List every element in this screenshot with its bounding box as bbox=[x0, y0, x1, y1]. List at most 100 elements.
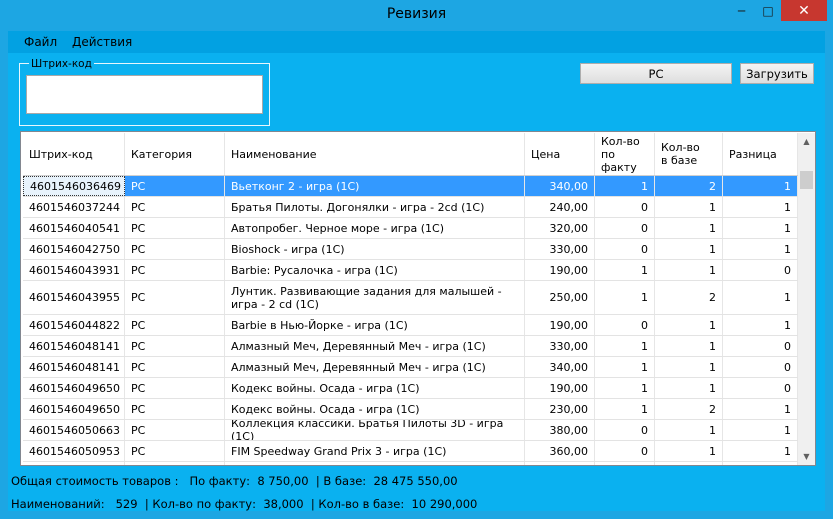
cell-category[interactable]: PC bbox=[125, 315, 225, 335]
cell-qty-fact[interactable]: 0 bbox=[595, 420, 655, 440]
cell-qty-base[interactable]: 2 bbox=[655, 399, 723, 419]
cell-price[interactable]: 190,00 bbox=[525, 315, 595, 335]
cell-qty-fact[interactable]: 1 bbox=[595, 260, 655, 280]
menu-file[interactable]: Файл bbox=[24, 35, 57, 49]
cell-qty-fact[interactable]: 0 bbox=[595, 239, 655, 259]
cell-category[interactable]: PC bbox=[125, 462, 225, 465]
cell-qty-base[interactable]: 1 bbox=[655, 336, 723, 356]
cell-qty-base[interactable]: 1 bbox=[655, 378, 723, 398]
cell-price[interactable]: 190,00 bbox=[525, 378, 595, 398]
cell-name[interactable]: FIM Speedway Grand Prix 3 - игра (1С) bbox=[225, 441, 525, 461]
table-row[interactable]: 4601546044822 PC Barbie в Нью-Йорке - игра… bbox=[23, 315, 798, 336]
column-header-difference[interactable]: Разница bbox=[723, 133, 798, 175]
cell-qty-base[interactable]: 1 bbox=[655, 239, 723, 259]
cell-qty-base[interactable]: 1 bbox=[655, 197, 723, 217]
title-bar[interactable]: Ревизия ─ □ ✕ bbox=[0, 0, 833, 30]
table-row[interactable]: 4601546043931 PC Barbie: Русалочка - игра … bbox=[23, 260, 798, 281]
cell-price[interactable]: 230,00 bbox=[525, 399, 595, 419]
table-row[interactable]: 4601546048141 PC Алмазный Меч, Деревянный … bbox=[23, 336, 798, 357]
cell-barcode[interactable]: 4601546048141 bbox=[23, 336, 125, 356]
cell-name[interactable]: Алмазный Меч, Деревянный Меч - игра (1С) bbox=[225, 336, 525, 356]
cell-category[interactable]: PC bbox=[125, 239, 225, 259]
cell-difference[interactable]: 0 bbox=[723, 336, 798, 356]
column-header-category[interactable]: Категория bbox=[125, 133, 225, 175]
cell-price[interactable]: 380,00 bbox=[525, 420, 595, 440]
table-row[interactable]: 4601546050972PCВьетконг: Гнездо шершней … bbox=[23, 462, 798, 465]
cell-qty-fact[interactable]: 1 bbox=[595, 336, 655, 356]
cell-qty-base[interactable]: 1 bbox=[655, 260, 723, 280]
table-row[interactable]: 4601546048141 PC Алмазный Меч, Деревянный … bbox=[23, 357, 798, 378]
cell-qty-fact[interactable]: 0 bbox=[595, 441, 655, 461]
cell-difference[interactable]: 0 bbox=[723, 357, 798, 377]
cell-price[interactable]: 240,00 bbox=[525, 197, 595, 217]
close-icon[interactable]: ✕ bbox=[781, 0, 827, 21]
cell-barcode[interactable]: 4601546048141 bbox=[23, 357, 125, 377]
cell-name[interactable]: Barbie: Русалочка - игра (1С) bbox=[225, 260, 525, 280]
cell-category[interactable]: PC bbox=[125, 281, 225, 314]
cell-barcode[interactable]: 4601546050972 bbox=[23, 462, 125, 465]
cell-qty-fact[interactable]: 0 bbox=[595, 218, 655, 238]
vertical-scrollbar[interactable]: ▲ ▼ bbox=[798, 133, 815, 465]
cell-barcode[interactable]: 4601546049650 bbox=[23, 399, 125, 419]
cell-category[interactable]: PC bbox=[125, 218, 225, 238]
table-row[interactable]: 4601546043955 PC Лунтик. Развивающие задан… bbox=[23, 281, 798, 315]
cell-qty-base[interactable]: 2 bbox=[655, 176, 723, 196]
column-header-price[interactable]: Цена bbox=[525, 133, 595, 175]
cell-barcode[interactable]: 4601546036469 bbox=[23, 176, 125, 196]
cell-difference[interactable]: 1 bbox=[723, 197, 798, 217]
cell-name[interactable]: Кодекс войны. Осада - игра (1С) bbox=[225, 399, 525, 419]
table-row[interactable]: 4601546049650 PC Кодекс войны. Осада - игр… bbox=[23, 399, 798, 420]
cell-barcode[interactable]: 4601546043955 bbox=[23, 281, 125, 314]
cell-name[interactable]: Алмазный Меч, Деревянный Меч - игра (1С) bbox=[225, 357, 525, 377]
cell-difference[interactable]: 1 bbox=[723, 218, 798, 238]
cell-qty-base[interactable]: 1 bbox=[655, 218, 723, 238]
scroll-thumb[interactable] bbox=[800, 171, 813, 189]
table-row[interactable]: 4601546049650 PC Кодекс войны. Осада - игр… bbox=[23, 378, 798, 399]
cell-price[interactable]: 330,00 bbox=[525, 336, 595, 356]
cell-price[interactable]: 360,00 bbox=[525, 441, 595, 461]
cell-difference[interactable]: 1 bbox=[723, 420, 798, 440]
cell-price[interactable]: 190,00 bbox=[525, 260, 595, 280]
cell-barcode[interactable]: 4601546049650 bbox=[23, 378, 125, 398]
column-header-barcode[interactable]: Штрих-код bbox=[23, 133, 125, 175]
menu-actions[interactable]: Действия bbox=[72, 35, 132, 49]
cell-name[interactable]: Вьетконг 2 - игра (1С) bbox=[225, 176, 525, 196]
cell-name[interactable]: Братья Пилоты. Догонялки - игра - 2cd (1… bbox=[225, 197, 525, 217]
cell-difference[interactable]: 1 bbox=[723, 281, 798, 314]
column-header-qty-base[interactable]: Кол-во в базе bbox=[655, 133, 723, 175]
cell-name[interactable]: Автопробег. Черное море - игра (1С) bbox=[225, 218, 525, 238]
cell-difference[interactable]: 0 bbox=[723, 378, 798, 398]
cell-difference[interactable]: 1 bbox=[723, 315, 798, 335]
cell-difference[interactable]: 0 bbox=[723, 260, 798, 280]
cell-qty-fact[interactable]: 1 bbox=[595, 281, 655, 314]
cell-price[interactable]: 340,00 bbox=[525, 357, 595, 377]
cell-category[interactable]: PC bbox=[125, 378, 225, 398]
table-row[interactable]: 4601546040541 PC Автопробег. Черное море -… bbox=[23, 218, 798, 239]
cell-category[interactable]: PC bbox=[125, 197, 225, 217]
cell-barcode[interactable]: 4601546040541 bbox=[23, 218, 125, 238]
cell-qty-fact[interactable]: 1 bbox=[595, 399, 655, 419]
cell-barcode[interactable]: 4601546050663 bbox=[23, 420, 125, 440]
cell-difference[interactable]: 1 bbox=[723, 239, 798, 259]
cell-category[interactable]: PC bbox=[125, 441, 225, 461]
barcode-input[interactable] bbox=[26, 75, 263, 114]
cell-category[interactable]: PC bbox=[125, 176, 225, 196]
cell-price[interactable]: 320,00 bbox=[525, 218, 595, 238]
cell-qty-fact[interactable]: 0 bbox=[595, 197, 655, 217]
cell-qty-fact[interactable]: 1 bbox=[595, 176, 655, 196]
cell-name[interactable]: Bioshock - игра (1С) bbox=[225, 239, 525, 259]
table-row[interactable]: 4601546042750 PC Bioshock - игра (1С) 330,0… bbox=[23, 239, 798, 260]
cell-price[interactable]: 190,00 bbox=[525, 462, 595, 465]
cell-category[interactable]: PC bbox=[125, 260, 225, 280]
table-row[interactable]: 4601546050663 PC Коллекция классики. Брать… bbox=[23, 420, 798, 441]
scroll-up-arrow-icon[interactable]: ▲ bbox=[798, 133, 815, 150]
cell-difference[interactable]: 1 bbox=[723, 399, 798, 419]
load-button[interactable]: Загрузить bbox=[740, 63, 814, 84]
cell-price[interactable]: 250,00 bbox=[525, 281, 595, 314]
cell-name[interactable]: Лунтик. Развивающие задания для малышей … bbox=[225, 281, 525, 314]
cell-barcode[interactable]: 4601546042750 bbox=[23, 239, 125, 259]
cell-name[interactable]: Коллекция классики. Братья Пилоты 3D - и… bbox=[225, 420, 525, 440]
revision-table[interactable]: Штрих-код Категория Наименование Цена Ко… bbox=[20, 131, 816, 466]
maximize-icon[interactable]: □ bbox=[755, 0, 781, 21]
cell-name[interactable]: Вьетконг: Гнездо шершней - игра (1С) bbox=[225, 462, 525, 465]
